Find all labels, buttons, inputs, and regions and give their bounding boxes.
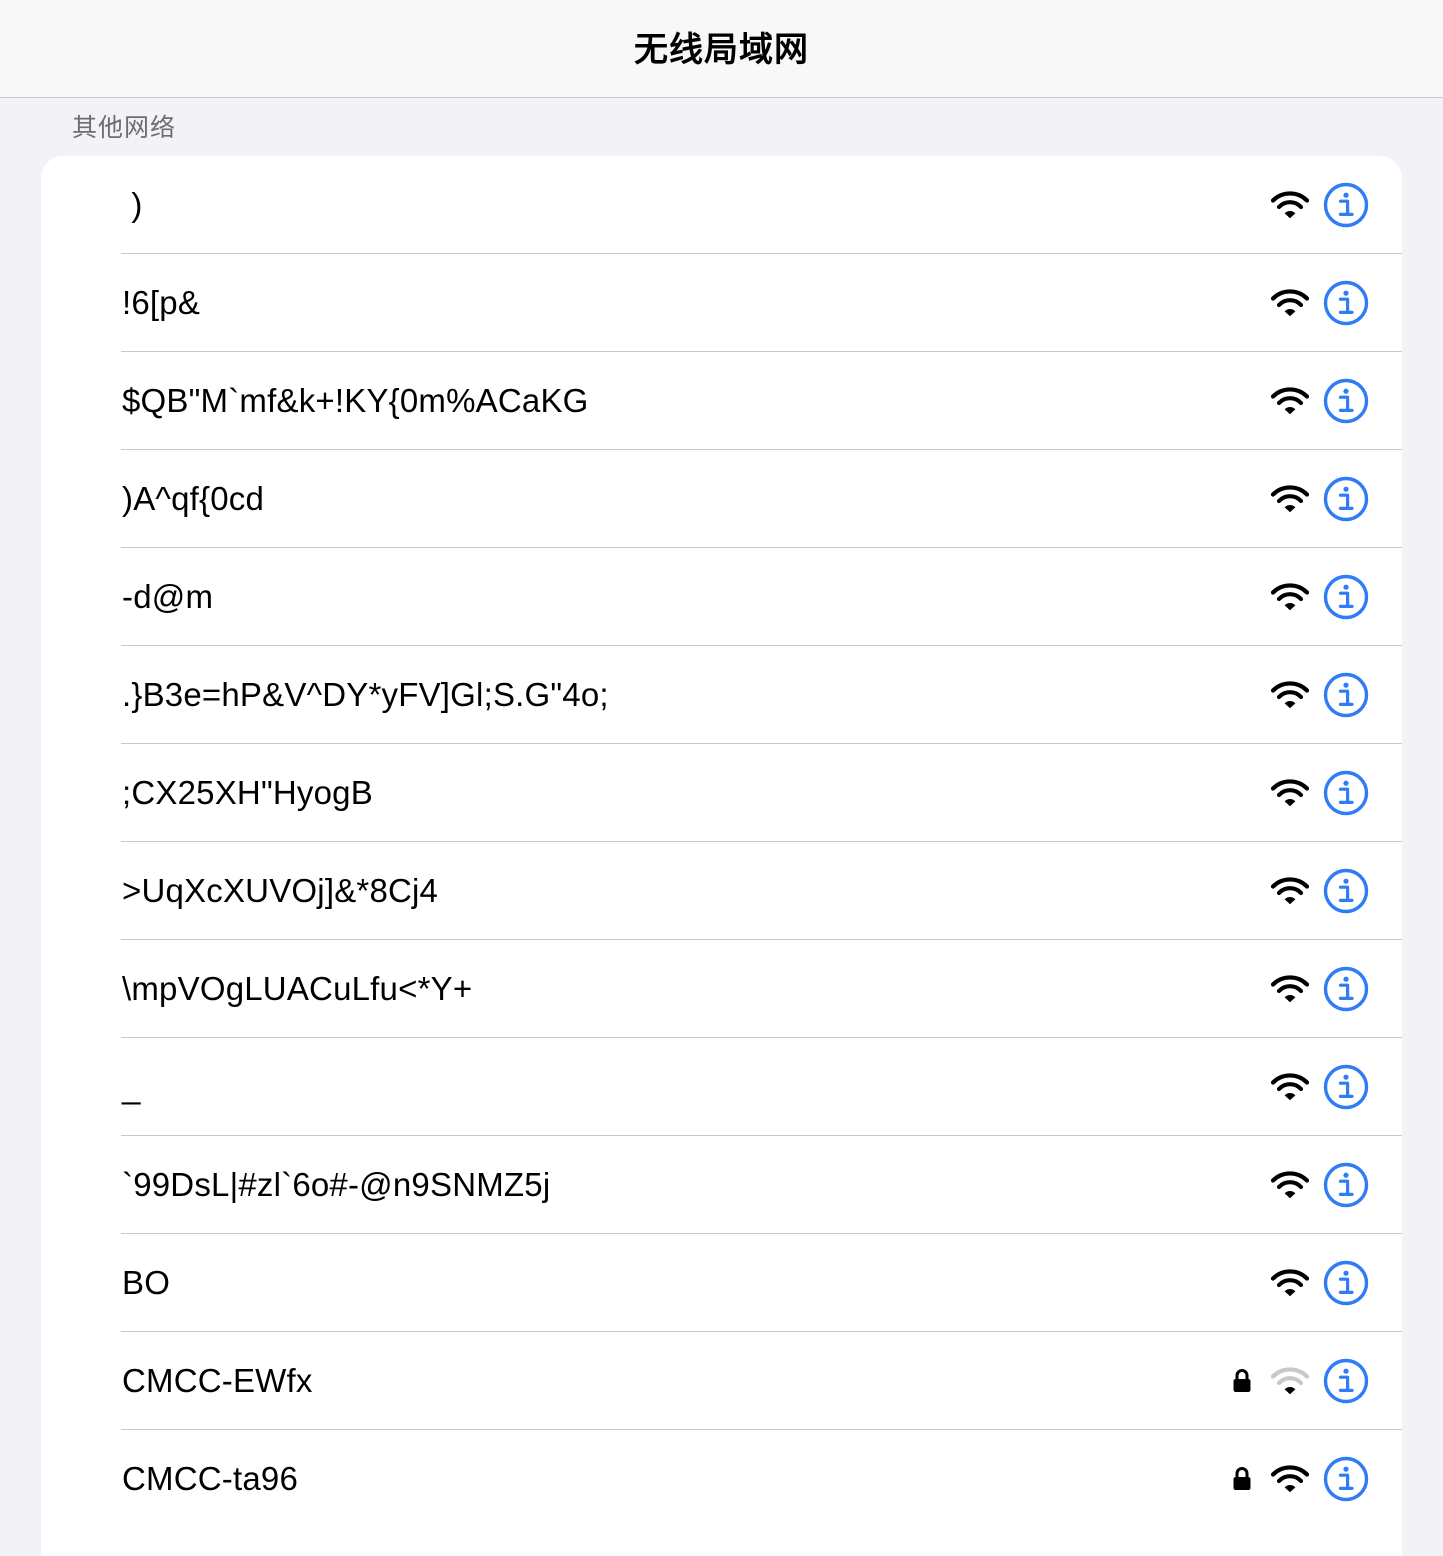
network-row[interactable]: .}B3e=hP&V^DY*yFV]Gl;S.G"4o; bbox=[41, 646, 1402, 744]
navigation-bar: 无线局域网 bbox=[0, 0, 1443, 98]
info-icon[interactable] bbox=[1323, 182, 1369, 228]
network-row[interactable]: !6[p& bbox=[41, 254, 1402, 352]
wifi-signal-icon bbox=[1270, 1072, 1310, 1102]
network-name: !6[p& bbox=[122, 284, 201, 321]
info-icon[interactable] bbox=[1323, 1456, 1369, 1502]
wifi-signal-icon bbox=[1270, 778, 1310, 808]
network-name: BO bbox=[122, 1264, 171, 1301]
network-name: ) bbox=[122, 186, 143, 223]
info-icon[interactable] bbox=[1323, 770, 1369, 816]
page-title: 无线局域网 bbox=[634, 31, 809, 69]
network-row[interactable]: ;CX25XH"HyogB bbox=[41, 744, 1402, 842]
network-row[interactable]: `99DsL|#zl`6o#-@n9SNMZ5j bbox=[41, 1136, 1402, 1234]
network-row[interactable]: >UqXcXUVOj]&*8Cj4 bbox=[41, 842, 1402, 940]
network-name: .}B3e=hP&V^DY*yFV]Gl;S.G"4o; bbox=[122, 676, 609, 713]
info-icon[interactable] bbox=[1323, 1260, 1369, 1306]
wifi-signal-icon bbox=[1270, 484, 1310, 514]
info-icon[interactable] bbox=[1323, 476, 1369, 522]
network-name: `99DsL|#zl`6o#-@n9SNMZ5j bbox=[122, 1166, 551, 1203]
info-icon[interactable] bbox=[1323, 378, 1369, 424]
lock-icon bbox=[1232, 1466, 1252, 1492]
wifi-signal-icon bbox=[1270, 582, 1310, 612]
wifi-signal-icon bbox=[1270, 680, 1310, 710]
wifi-signal-icon bbox=[1270, 876, 1310, 906]
network-row[interactable]: \mpVOgLUACuLfu<*Y+ bbox=[41, 940, 1402, 1038]
info-icon[interactable] bbox=[1323, 868, 1369, 914]
wifi-signal-icon bbox=[1270, 288, 1310, 318]
network-list: ) !6[p& $QB"M`mf&k+!KY{0m%ACaKG )A^qf{0cd -d… bbox=[41, 156, 1402, 1556]
wifi-signal-icon bbox=[1270, 1366, 1310, 1396]
wifi-signal-icon bbox=[1270, 190, 1310, 220]
network-row[interactable]: CMCC-EWfx bbox=[41, 1332, 1402, 1430]
info-icon[interactable] bbox=[1323, 672, 1369, 718]
network-row[interactable]: ) bbox=[41, 156, 1402, 254]
wifi-signal-icon bbox=[1270, 1464, 1310, 1494]
section-header-other-networks: 其他网络 bbox=[72, 114, 177, 142]
info-icon[interactable] bbox=[1323, 1162, 1369, 1208]
network-row[interactable]: $QB"M`mf&k+!KY{0m%ACaKG bbox=[41, 352, 1402, 450]
network-row[interactable]: )A^qf{0cd bbox=[41, 450, 1402, 548]
network-row[interactable]: -d@m bbox=[41, 548, 1402, 646]
network-name: ;CX25XH"HyogB bbox=[122, 774, 373, 811]
network-row[interactable]: _ bbox=[41, 1038, 1402, 1136]
wifi-signal-icon bbox=[1270, 1170, 1310, 1200]
network-name: _ bbox=[122, 1068, 141, 1105]
network-name: )A^qf{0cd bbox=[122, 480, 265, 517]
wifi-signal-icon bbox=[1270, 974, 1310, 1004]
info-icon[interactable] bbox=[1323, 574, 1369, 620]
lock-icon bbox=[1232, 1368, 1252, 1394]
network-name: -d@m bbox=[122, 578, 214, 615]
network-name: >UqXcXUVOj]&*8Cj4 bbox=[122, 872, 439, 909]
network-name: $QB"M`mf&k+!KY{0m%ACaKG bbox=[122, 382, 589, 419]
network-name: \mpVOgLUACuLfu<*Y+ bbox=[122, 970, 473, 1007]
info-icon[interactable] bbox=[1323, 280, 1369, 326]
info-icon[interactable] bbox=[1323, 1064, 1369, 1110]
network-row[interactable]: BO bbox=[41, 1234, 1402, 1332]
wifi-signal-icon bbox=[1270, 1268, 1310, 1298]
info-icon[interactable] bbox=[1323, 966, 1369, 1012]
info-icon[interactable] bbox=[1323, 1358, 1369, 1404]
network-name: CMCC-ta96 bbox=[122, 1460, 299, 1497]
network-name: CMCC-EWfx bbox=[122, 1362, 313, 1399]
wifi-signal-icon bbox=[1270, 386, 1310, 416]
network-row[interactable]: CMCC-ta96 bbox=[41, 1430, 1402, 1528]
